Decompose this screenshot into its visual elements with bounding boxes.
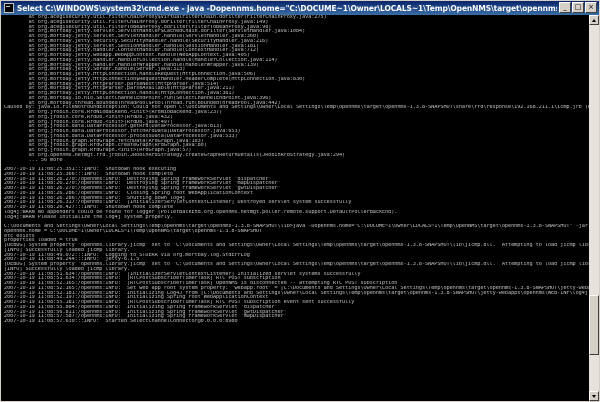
console-output[interactable]: at org.acegisecurity.util.FilterChainPro… [1,15,589,401]
window-controls: _ □ × [559,2,597,13]
close-button[interactable]: × [585,2,597,13]
console-window: Select C:\WINDOWS\system32\cmd.exe - jav… [0,0,600,402]
console-lines: at org.acegisecurity.util.FilterChainPro… [1,15,589,324]
vertical-scrollbar[interactable] [589,15,599,401]
cmd-icon[interactable] [4,3,14,13]
scroll-up-button[interactable] [589,15,599,25]
minimize-button[interactable]: _ [559,2,571,13]
scroll-down-button[interactable] [589,391,599,401]
title-bar[interactable]: Select C:\WINDOWS\system32\cmd.exe - jav… [1,1,599,15]
console-line: 2007-10-19 11:08:57.630:::INFO: Started … [4,319,238,324]
window-title: Select C:\WINDOWS\system32\cmd.exe - jav… [17,3,557,13]
scroll-thumb[interactable] [589,295,599,355]
maximize-button[interactable]: □ [572,2,584,13]
